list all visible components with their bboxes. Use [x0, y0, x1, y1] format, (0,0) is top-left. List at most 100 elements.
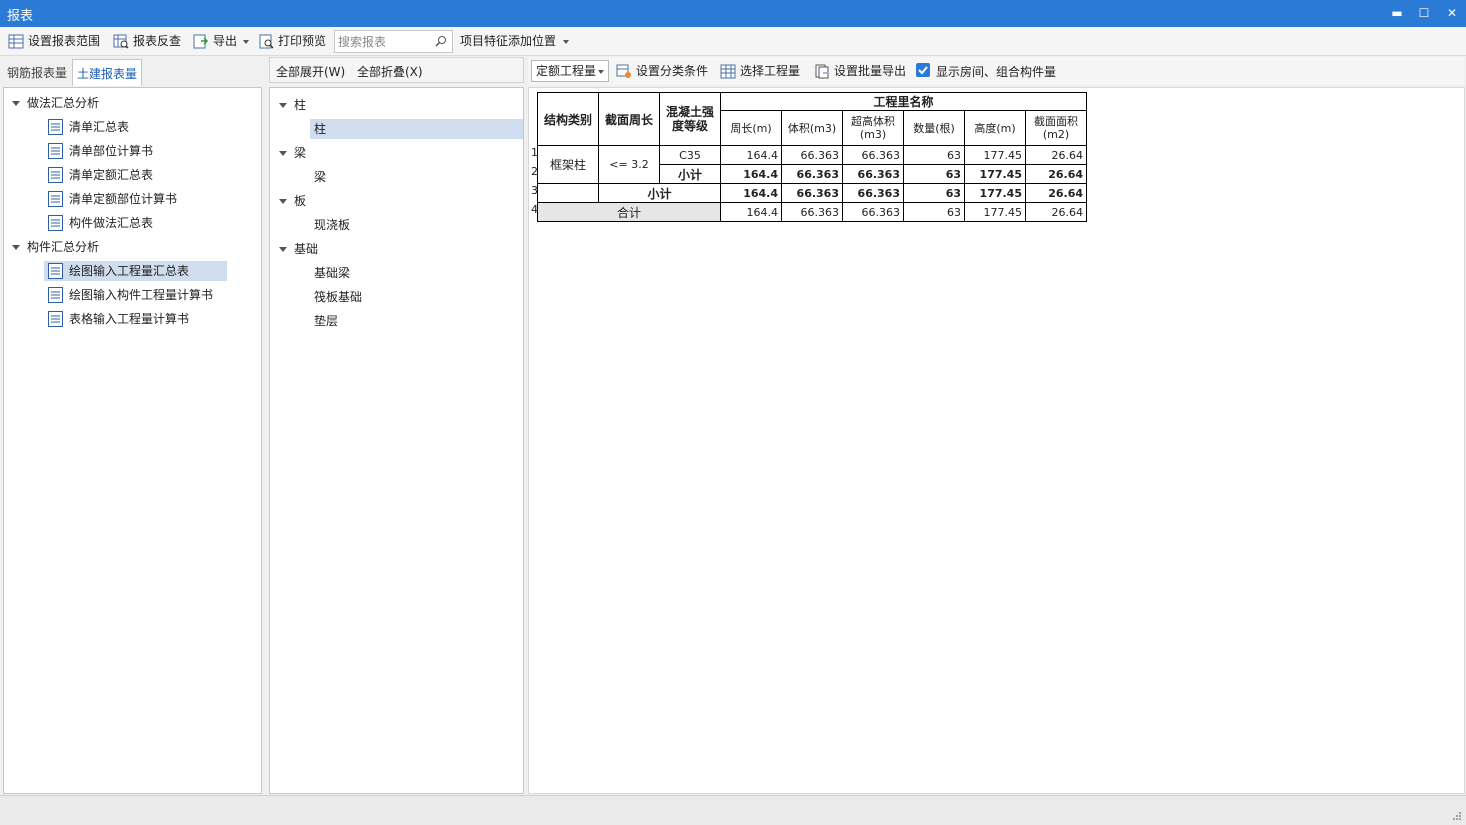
show-rooms-label[interactable]: 显示房间、组合构件量	[936, 63, 1056, 80]
quantity-type-value: 定额工程量	[536, 64, 597, 78]
print-preview-button[interactable]: 打印预览	[258, 32, 330, 52]
tree-item-table-input-calc[interactable]: 表格输入工程量计算书	[46, 309, 236, 329]
tree-group-label: 做法汇总分析	[27, 96, 100, 110]
header-col: 体积(m3)	[781, 110, 843, 146]
value-cell: 63	[903, 183, 965, 203]
expand-arrow-icon[interactable]	[12, 245, 20, 250]
subtotal-cell: 小计	[659, 164, 721, 184]
tree-item-label: 基础梁	[314, 266, 351, 280]
tree-item-bill-quota-summary[interactable]: 清单定额汇总表	[46, 165, 236, 185]
reverse-check-button[interactable]: 报表反查	[113, 32, 185, 52]
report-toolbar: 定额工程量 设置分类条件 选择工程量 设置批量导出 显示房间、组合构件量	[528, 57, 1464, 85]
expand-arrow-icon[interactable]	[279, 103, 287, 108]
value-cell: 26.64	[1025, 145, 1087, 165]
minimize-button[interactable]: ▬	[1384, 3, 1410, 23]
tree-item-label: 绘图输入工程量汇总表	[69, 264, 190, 278]
tree-group-method[interactable]: 做法汇总分析	[12, 93, 252, 113]
report-doc-icon	[48, 191, 63, 207]
tree-item-drawing-component-calc[interactable]: 绘图输入构件工程量计算书	[46, 285, 251, 305]
value-cell: 177.45	[964, 164, 1026, 184]
tree-item-bill-position-calc[interactable]: 清单部位计算书	[46, 141, 236, 161]
report-view: 1 2 3 4 结构类别 截面周长 混凝土强度等级 工程里名称 周长(m) 体积…	[528, 87, 1465, 794]
tree-item-drawing-quantity-summary[interactable]: 绘图输入工程量汇总表	[44, 261, 227, 281]
report-tabs: 钢筋报表量 土建报表量	[0, 59, 263, 87]
set-category-label: 设置分类条件	[636, 64, 709, 78]
quantity-type-select[interactable]: 定额工程量	[531, 60, 609, 82]
tree-item-foundation-beam[interactable]: 基础梁	[314, 263, 394, 283]
header-col: 周长(m)	[720, 110, 782, 146]
set-category-button[interactable]: 设置分类条件	[616, 62, 711, 82]
chevron-down-icon	[598, 70, 604, 74]
header-struct-type: 结构类别	[537, 92, 599, 146]
value-cell: 63	[903, 202, 965, 222]
tree-item-label: 清单汇总表	[69, 120, 130, 134]
header-col: 超高体积(m3)	[842, 110, 904, 146]
close-button[interactable]: ✕	[1439, 3, 1465, 23]
show-rooms-checkbox[interactable]	[916, 63, 930, 77]
tree-item-component-method-summary[interactable]: 构件做法汇总表	[46, 213, 236, 233]
value-cell: 164.4	[720, 183, 782, 203]
report-tree-panel: 做法汇总分析 清单汇总表 清单部位计算书 清单定额汇总表 清单定额部位计算书 构…	[3, 87, 262, 794]
resize-grip-icon[interactable]	[1452, 811, 1462, 821]
tree-group-foundation[interactable]: 基础	[279, 239, 359, 259]
tree-item-bill-quota-position-calc[interactable]: 清单定额部位计算书	[46, 189, 236, 209]
value-cell: 177.45	[964, 183, 1026, 203]
main-toolbar: 设置报表范围 报表反查 导出 打印预览 项目特征添加位置	[0, 27, 1466, 56]
expand-arrow-icon[interactable]	[12, 101, 20, 106]
tree-group-label: 构件汇总分析	[27, 240, 100, 254]
value-cell: 66.363	[781, 164, 843, 184]
header-col: 高度(m)	[964, 110, 1026, 146]
component-tree-toolbar: 全部展开(W) 全部折叠(X)	[269, 57, 524, 83]
tree-item-label: 筏板基础	[314, 290, 363, 304]
tab-civil[interactable]: 土建报表量	[72, 59, 143, 86]
value-cell: 66.363	[842, 183, 904, 203]
expand-all-button[interactable]: 全部展开(W)	[276, 63, 345, 80]
tree-item-label: 梁	[314, 170, 327, 184]
collapse-all-button[interactable]: 全部折叠(X)	[357, 63, 423, 80]
expand-arrow-icon[interactable]	[279, 247, 287, 252]
expand-arrow-icon[interactable]	[279, 199, 287, 204]
header-quantity-name: 工程里名称	[720, 92, 1087, 111]
export-label: 导出	[213, 34, 238, 48]
search-icon[interactable]	[435, 35, 447, 48]
category-settings-icon	[616, 64, 631, 78]
tree-item-label: 清单部位计算书	[69, 144, 154, 158]
select-quantity-label: 选择工程量	[740, 64, 801, 78]
print-preview-icon	[259, 34, 274, 49]
tree-group-column[interactable]: 柱	[279, 95, 359, 115]
tree-item-label: 清单定额汇总表	[69, 168, 154, 182]
value-cell: 164.4	[720, 202, 782, 222]
export-dropdown[interactable]: 导出	[193, 32, 251, 52]
value-cell: 164.4	[720, 164, 782, 184]
subtotal-cell: 小计	[598, 183, 721, 203]
value-cell: 66.363	[842, 164, 904, 184]
expand-arrow-icon[interactable]	[279, 151, 287, 156]
value-cell: 66.363	[781, 202, 843, 222]
tree-group-beam[interactable]: 梁	[279, 143, 359, 163]
tree-group-label: 梁	[294, 146, 307, 160]
tree-item-cast-slab[interactable]: 现浇板	[314, 215, 394, 235]
report-doc-icon	[48, 311, 63, 327]
tree-item-raft-foundation[interactable]: 筏板基础	[314, 287, 394, 307]
maximize-button[interactable]: ☐	[1411, 3, 1437, 23]
batch-export-button[interactable]: 设置批量导出	[814, 62, 910, 82]
grade-cell: C35	[659, 145, 721, 165]
value-cell: 26.64	[1025, 183, 1087, 203]
value-cell: 177.45	[964, 145, 1026, 165]
tree-group-component[interactable]: 构件汇总分析	[12, 237, 252, 257]
search-input[interactable]	[338, 33, 434, 50]
perimeter-cell: <= 3.2	[598, 145, 660, 184]
report-doc-icon	[48, 119, 63, 135]
table-search-icon	[113, 34, 129, 49]
tree-group-slab[interactable]: 板	[279, 191, 359, 211]
tree-item-bill-summary[interactable]: 清单汇总表	[46, 117, 236, 137]
tree-item-column[interactable]: 柱	[310, 119, 523, 139]
tab-rebar[interactable]: 钢筋报表量	[3, 61, 71, 86]
select-quantity-button[interactable]: 选择工程量	[720, 62, 804, 82]
report-doc-icon	[48, 167, 63, 183]
feature-position-dropdown[interactable]: 项目特征添加位置	[460, 32, 572, 52]
tree-item-cushion[interactable]: 垫层	[314, 311, 394, 331]
tree-item-beam[interactable]: 梁	[314, 167, 394, 187]
value-cell: 66.363	[842, 202, 904, 222]
set-range-button[interactable]: 设置报表范围	[8, 32, 104, 52]
